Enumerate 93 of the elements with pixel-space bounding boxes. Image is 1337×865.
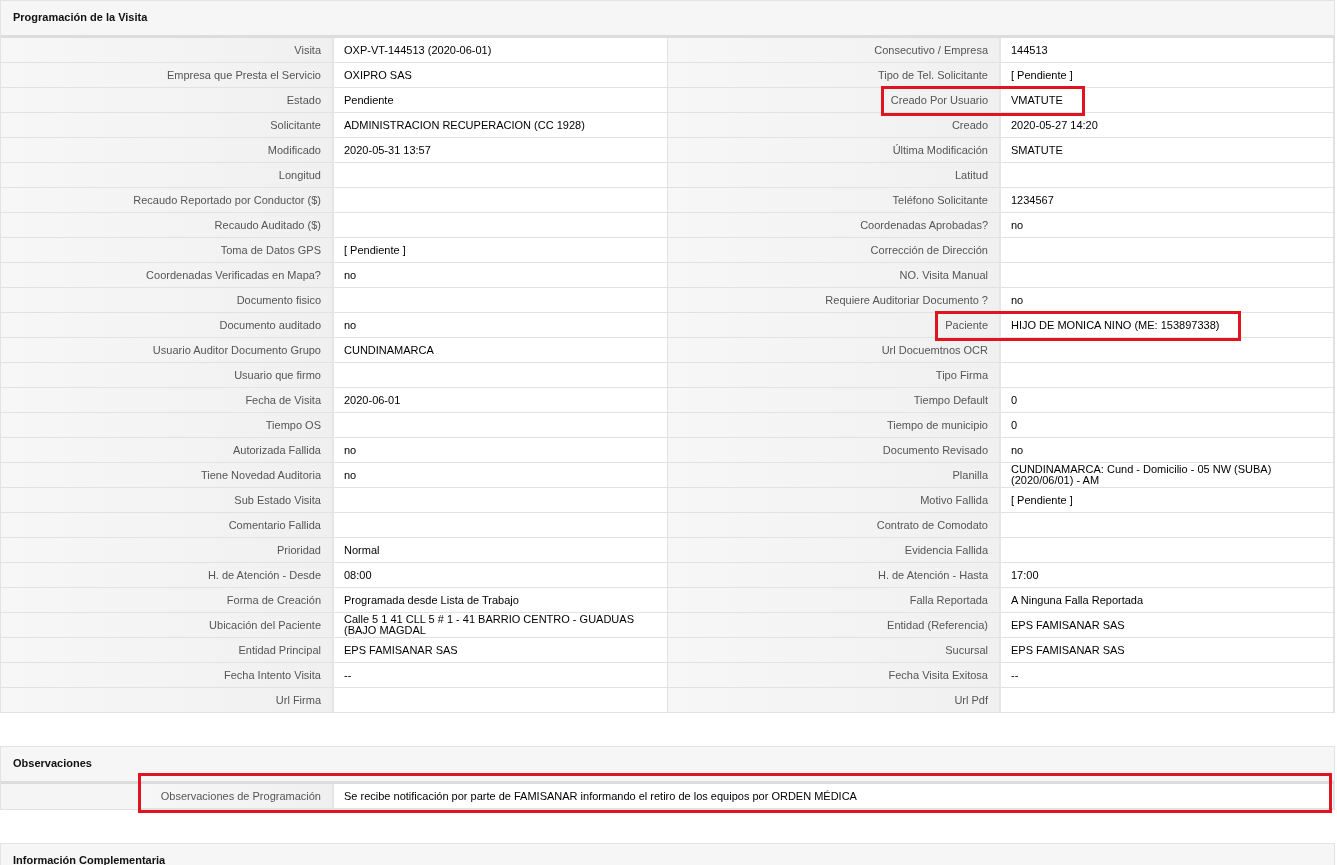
field-label: Longitud [1,163,334,188]
field-label: Estado [1,88,334,113]
field-value: VMATUTE [1001,88,1334,113]
field-value: 08:00 [334,563,668,588]
field-label: Evidencia Fallida [668,538,1001,563]
field-value: -- [1001,663,1334,688]
field-label: Tipo de Tel. Solicitante [668,63,1001,88]
field-label: Tiene Novedad Auditoria [1,463,334,488]
field-value: OXP-VT-144513 (2020-06-01) [334,38,668,63]
field-label: Coordenadas Verificadas en Mapa? [1,263,334,288]
field-label: Visita [1,38,334,63]
field-value: no [334,263,668,288]
field-label: Corrección de Dirección [668,238,1001,263]
field-label: Entidad (Referencia) [668,613,1001,638]
field-label: Url Firma [1,688,334,713]
field-value: SMATUTE [1001,138,1334,163]
field-label: Falla Reportada [668,588,1001,613]
field-value: [ Pendiente ] [1001,488,1334,513]
field-label: Url Pdf [668,688,1001,713]
field-label: Última Modificación [668,138,1001,163]
field-label: Recaudo Auditado ($) [1,213,334,238]
field-label: Motivo Fallida [668,488,1001,513]
field-value: EPS FAMISANAR SAS [1001,638,1334,663]
field-label: Documento auditado [1,313,334,338]
field-label: H. de Atención - Hasta [668,563,1001,588]
field-label: Prioridad [1,538,334,563]
field-value: 144513 [1001,38,1334,63]
field-label: Fecha Visita Exitosa [668,663,1001,688]
field-value: Se recibe notificación por parte de FAMISANAR informando el retiro de los equipos por ORDEN MÉDICA [334,784,1334,809]
field-value: 2020-05-31 13:57 [334,138,668,163]
field-label: H. de Atención - Desde [1,563,334,588]
field-label: Sucursal [668,638,1001,663]
field-label: Tiempo OS [1,413,334,438]
field-label: NO. Visita Manual [668,263,1001,288]
field-label: Toma de Datos GPS [1,238,334,263]
field-label: Solicitante [1,113,334,138]
field-label: Usuario Auditor Documento Grupo [1,338,334,363]
field-value: 2020-06-01 [334,388,668,413]
field-label: Documento Revisado [668,438,1001,463]
field-value: EPS FAMISANAR SAS [334,638,668,663]
field-label: Contrato de Comodato [668,513,1001,538]
field-value: Pendiente [334,88,668,113]
field-label: Comentario Fallida [1,513,334,538]
field-label: Ubicación del Paciente [1,613,334,638]
field-value: Programada desde Lista de Trabajo [334,588,668,613]
field-value: no [334,463,668,488]
field-label: Tiempo de municipio [668,413,1001,438]
field-value: 0 [1001,388,1334,413]
field-value: 17:00 [1001,563,1334,588]
field-label: Tipo Firma [668,363,1001,388]
field-value: OXIPRO SAS [334,63,668,88]
field-label: Modificado [1,138,334,163]
field-value: 2020-05-27 14:20 [1001,113,1334,138]
field-label: Fecha Intento Visita [1,663,334,688]
field-value: no [334,438,668,463]
field-label: Requiere Auditoriar Documento ? [668,288,1001,313]
field-value: no [1001,213,1334,238]
field-label: Latitud [668,163,1001,188]
field-value: CUNDINAMARCA [334,338,668,363]
field-value: 0 [1001,413,1334,438]
field-label: Creado [668,113,1001,138]
field-label: Coordenadas Aprobadas? [668,213,1001,238]
field-label: Consecutivo / Empresa [668,38,1001,63]
field-label: Planilla [668,463,1001,488]
field-label: Empresa que Presta el Servicio [1,63,334,88]
field-value: -- [334,663,668,688]
field-label: Creado Por Usuario [668,88,1001,113]
field-value: EPS FAMISANAR SAS [1001,613,1334,638]
field-value: ADMINISTRACION RECUPERACION (CC 1928) [334,113,668,138]
field-label: Paciente [668,313,1001,338]
field-value: Calle 5 1 41 CLL 5 # 1 - 41 BARRIO CENTRO - GUADUAS (BAJO MAGDAL [334,613,668,638]
section-title: Observaciones [13,757,92,769]
field-label: Sub Estado Visita [1,488,334,513]
field-label: Entidad Principal [1,638,334,663]
field-label: Documento fisico [1,288,334,313]
field-label: Usuario que firmo [1,363,334,388]
field-label: Forma de Creación [1,588,334,613]
field-value: no [1001,438,1334,463]
field-value: CUNDINAMARCA: Cund - Domicilio - 05 NW (SUBA) (2020/06/01) - AM [1001,463,1334,488]
section-title: Programación de la Visita [13,11,148,23]
field-label: Url Docuemtnos OCR [668,338,1001,363]
field-value: HIJO DE MONICA NINO (ME: 153897338) [1001,313,1334,338]
field-label: Autorizada Fallida [1,438,334,463]
field-value: A Ninguna Falla Reportada [1001,588,1334,613]
field-value: no [334,313,668,338]
field-label: Fecha de Visita [1,388,334,413]
field-value: Normal [334,538,668,563]
field-value: 1234567 [1001,188,1334,213]
field-label: Recaudo Reportado por Conductor ($) [1,188,334,213]
field-label: Teléfono Solicitante [668,188,1001,213]
field-label: Tiempo Default [668,388,1001,413]
field-value: [ Pendiente ] [334,238,668,263]
field-label: Observaciones de Programación [141,784,334,809]
